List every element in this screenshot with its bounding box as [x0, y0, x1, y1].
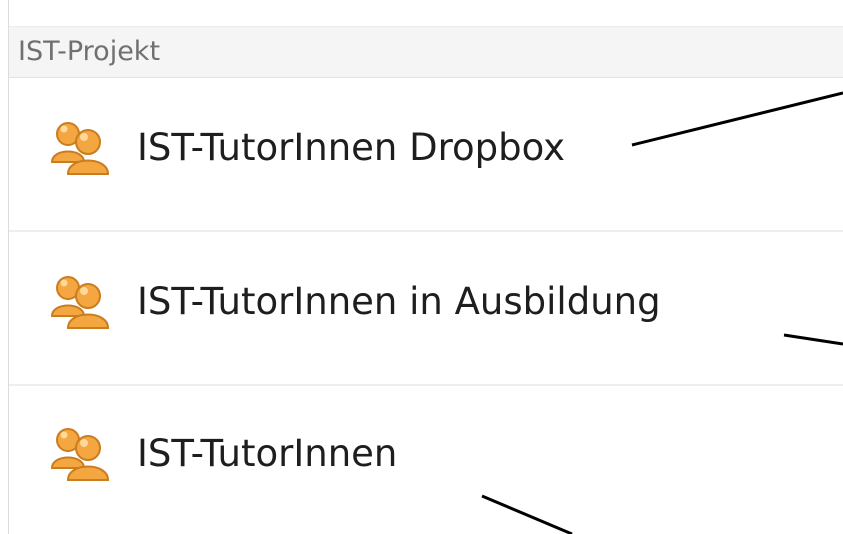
user-group-icon: [50, 276, 110, 329]
section-header: IST-Projekt: [9, 26, 843, 78]
user-group-icon: [50, 122, 110, 175]
group-item-tutorinnen[interactable]: IST-TutorInnen: [9, 386, 843, 534]
section-title: IST-Projekt: [18, 36, 161, 67]
group-item-in-ausbildung[interactable]: IST-TutorInnen in Ausbildung: [9, 232, 843, 386]
group-item-label: IST-TutorInnen Dropbox: [137, 126, 566, 169]
group-item-label: IST-TutorInnen in Ausbildung: [137, 280, 661, 323]
group-item-dropbox[interactable]: IST-TutorInnen Dropbox: [9, 78, 843, 232]
group-item-label: IST-TutorInnen: [137, 432, 398, 475]
user-group-icon: [50, 428, 110, 481]
group-list-panel: IST-Projekt IST-TutorInnen Dropbox IST-T…: [8, 0, 843, 534]
